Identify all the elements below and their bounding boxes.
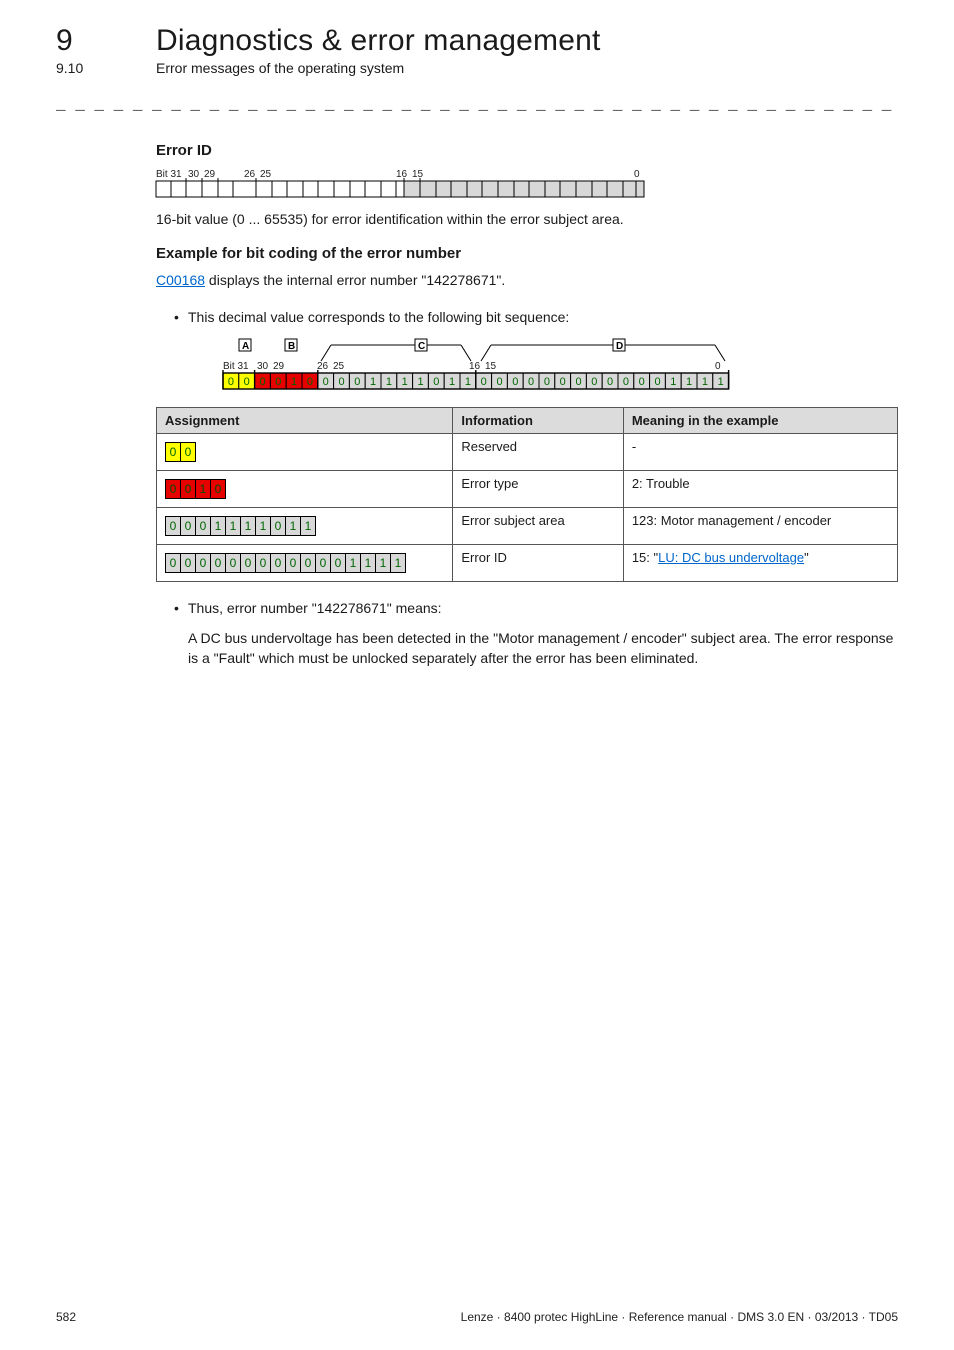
table-row: 0000000000001111Error ID15: "LU: DC bus … [157,544,898,581]
svg-text:C: C [418,341,425,352]
svg-text:1: 1 [465,376,471,388]
svg-text:1: 1 [370,376,376,388]
svg-text:15: 15 [412,169,424,180]
svg-text:29: 29 [204,169,216,180]
svg-text:26: 26 [317,361,329,372]
section-number: 9.10 [56,60,156,76]
svg-text:A: A [242,341,249,352]
chapter-number: 9 [56,24,156,58]
svg-text:0: 0 [307,376,313,388]
th-assignment: Assignment [157,407,453,433]
svg-text:Bit 31: Bit 31 [223,361,249,372]
svg-text:1: 1 [670,376,676,388]
table-row: 0001111011Error subject area123: Motor m… [157,507,898,544]
svg-text:1: 1 [291,376,297,388]
svg-text:Bit 31: Bit 31 [156,169,182,180]
cell-information: Error subject area [453,507,623,544]
link-c00168[interactable]: C00168 [156,272,205,288]
cell-assignment: 0001111011 [157,507,453,544]
svg-text:0: 0 [560,376,566,388]
link-error-lu[interactable]: LU: DC bus undervoltage [658,550,804,565]
svg-text:B: B [288,341,295,352]
svg-text:0: 0 [654,376,660,388]
table-row: 0010Error type2: Trouble [157,470,898,507]
bitfield-diagram-errorid: Bit 31 30 29 26 25 16 15 0 [148,167,648,203]
cell-information: Error ID [453,544,623,581]
cell-meaning: 15: "LU: DC bus undervoltage" [623,544,897,581]
separator-dashes: _ _ _ _ _ _ _ _ _ _ _ _ _ _ _ _ _ _ _ _ … [56,96,898,114]
svg-text:16: 16 [396,169,408,180]
table-row: 00Reserved- [157,433,898,470]
svg-text:0: 0 [639,376,645,388]
svg-text:0: 0 [715,361,721,372]
svg-text:0: 0 [623,376,629,388]
cell-meaning: 2: Trouble [623,470,897,507]
svg-text:29: 29 [273,361,285,372]
svg-text:1: 1 [417,376,423,388]
svg-text:1: 1 [386,376,392,388]
svg-text:0: 0 [496,376,502,388]
example-bullet1: This decimal value corresponds to the fo… [174,307,898,327]
cell-assignment: 0010 [157,470,453,507]
svg-text:0: 0 [481,376,487,388]
bitfield-diagram-example: A B C D Bit 31 30 29 26 25 16 15 0 00 [215,337,731,395]
svg-text:26: 26 [244,169,256,180]
svg-text:D: D [616,341,623,352]
svg-text:0: 0 [323,376,329,388]
svg-text:1: 1 [702,376,708,388]
svg-text:1: 1 [402,376,408,388]
svg-text:1: 1 [449,376,455,388]
conclusion-text: A DC bus undervoltage has been detected … [188,628,898,669]
svg-text:0: 0 [354,376,360,388]
footer-imprint: Lenze · 8400 protec HighLine · Reference… [461,1310,898,1324]
svg-text:0: 0 [544,376,550,388]
svg-text:0: 0 [607,376,613,388]
th-information: Information [453,407,623,433]
assignment-table: Assignment Information Meaning in the ex… [156,407,898,582]
svg-text:30: 30 [188,169,200,180]
svg-text:15: 15 [485,361,497,372]
svg-text:0: 0 [338,376,344,388]
cell-meaning: 123: Motor management / encoder [623,507,897,544]
cell-information: Error type [453,470,623,507]
svg-text:30: 30 [257,361,269,372]
svg-text:1: 1 [686,376,692,388]
svg-text:0: 0 [512,376,518,388]
svg-text:16: 16 [469,361,481,372]
page-number: 582 [56,1310,76,1324]
svg-text:0: 0 [433,376,439,388]
cell-assignment: 00 [157,433,453,470]
cell-information: Reserved [453,433,623,470]
svg-text:25: 25 [260,169,272,180]
cell-meaning: - [623,433,897,470]
example-line1: C00168 displays the internal error numbe… [156,270,898,290]
section-title: Error messages of the operating system [156,60,404,76]
svg-text:0: 0 [575,376,581,388]
chapter-title: Diagnostics & error management [156,24,601,58]
th-meaning: Meaning in the example [623,407,897,433]
svg-text:0: 0 [244,376,250,388]
svg-text:0: 0 [259,376,265,388]
example-heading: Example for bit coding of the error numb… [156,245,898,262]
svg-text:0: 0 [528,376,534,388]
svg-text:1: 1 [718,376,724,388]
svg-text:0: 0 [275,376,281,388]
svg-text:0: 0 [634,169,640,180]
errorid-caption: 16-bit value (0 ... 65535) for error ide… [156,209,898,229]
cell-assignment: 0000000000001111 [157,544,453,581]
example-line1-rest: displays the internal error number "1422… [205,272,505,288]
conclusion-bullet: Thus, error number "142278671" means: [174,598,898,618]
svg-text:25: 25 [333,361,345,372]
svg-text:0: 0 [228,376,234,388]
errorid-heading: Error ID [156,142,898,159]
page-header: 9 Diagnostics & error management 9.10 Er… [56,24,898,76]
svg-text:0: 0 [591,376,597,388]
